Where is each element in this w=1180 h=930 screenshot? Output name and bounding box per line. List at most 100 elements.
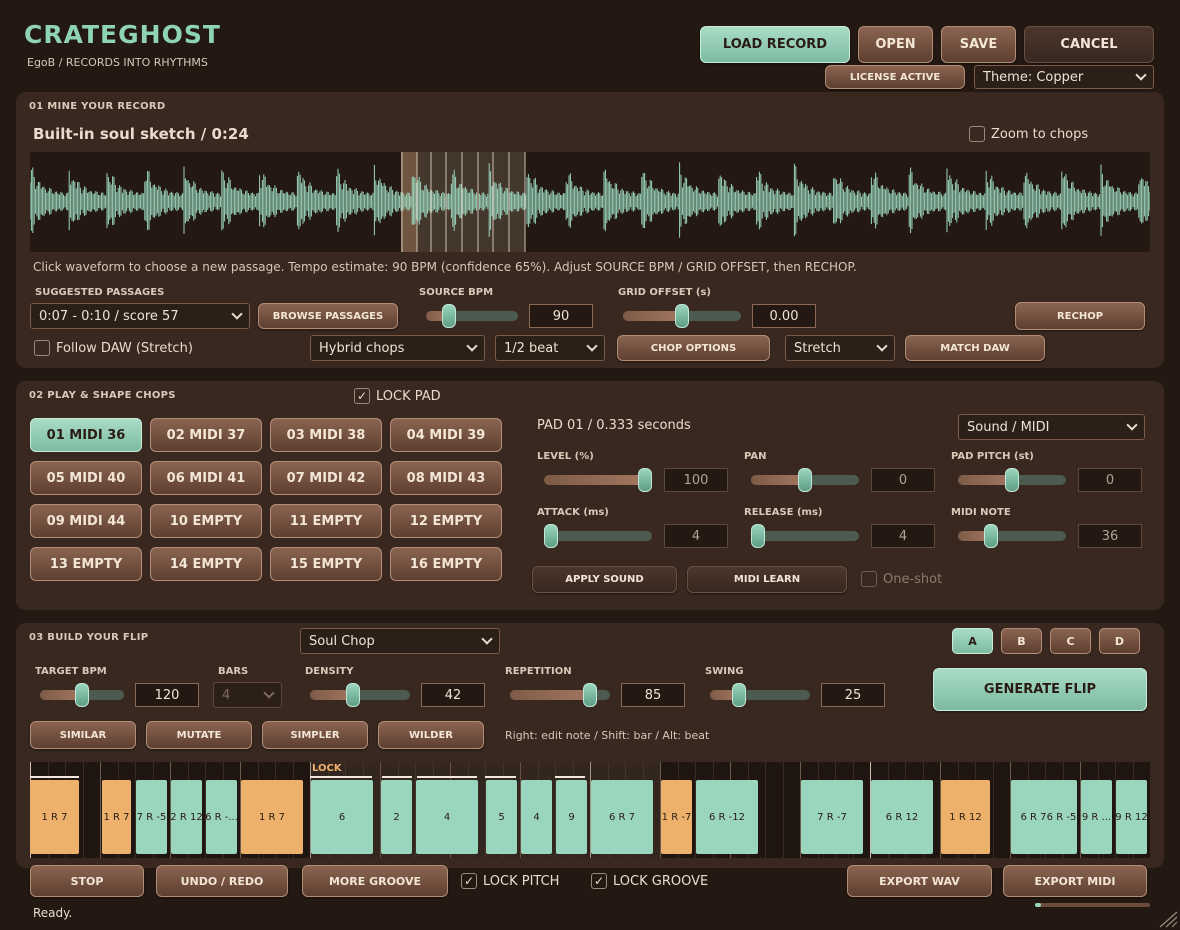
pad-button[interactable]: 09 MIDI 44 bbox=[30, 504, 142, 538]
suggested-passages-select[interactable]: 0:07 - 0:10 / score 57 bbox=[30, 303, 250, 329]
chop-note[interactable]: 4 bbox=[416, 780, 478, 854]
pad-button[interactable]: 06 MIDI 41 bbox=[150, 461, 262, 495]
repetition-slider[interactable] bbox=[510, 683, 610, 707]
lock-pitch-checkbox[interactable]: ✓ LOCK PITCH bbox=[461, 873, 559, 889]
chop-note[interactable]: 6 bbox=[311, 780, 373, 854]
target-bpm-input[interactable]: 120 bbox=[135, 683, 199, 707]
midi-note-slider[interactable] bbox=[958, 524, 1066, 548]
lock-pad-checkbox[interactable]: ✓ LOCK PAD bbox=[354, 388, 441, 404]
midi-note-value[interactable]: 36 bbox=[1078, 524, 1142, 548]
slider-thumb[interactable] bbox=[675, 304, 689, 328]
level-value[interactable]: 100 bbox=[664, 468, 728, 492]
pad-button[interactable]: 15 EMPTY bbox=[270, 547, 382, 581]
stop-button[interactable]: STOP bbox=[30, 865, 144, 897]
variation-b-button[interactable]: B bbox=[1001, 628, 1042, 654]
pad-button[interactable]: 08 MIDI 43 bbox=[390, 461, 502, 495]
chop-note[interactable]: 2 R 12 bbox=[171, 780, 202, 854]
source-bpm-slider[interactable] bbox=[426, 304, 518, 328]
slider-thumb[interactable] bbox=[984, 524, 999, 548]
similar-button[interactable]: SIMILAR bbox=[30, 721, 136, 749]
pad-button[interactable]: 05 MIDI 40 bbox=[30, 461, 142, 495]
variation-d-button[interactable]: D bbox=[1099, 628, 1140, 654]
density-slider[interactable] bbox=[310, 683, 410, 707]
chop-note[interactable]: 1 R 7 bbox=[30, 780, 79, 854]
load-record-button[interactable]: LOAD RECORD bbox=[700, 26, 850, 63]
chop-note[interactable]: 1 R -7 bbox=[661, 780, 692, 854]
one-shot-checkbox[interactable]: One-shot bbox=[861, 571, 942, 587]
browse-passages-button[interactable]: BROWSE PASSAGES bbox=[258, 303, 398, 329]
style-select[interactable]: Soul Chop bbox=[300, 628, 500, 654]
mutate-button[interactable]: MUTATE bbox=[146, 721, 252, 749]
attack-slider[interactable] bbox=[544, 524, 652, 548]
chop-note[interactable]: 7 R -7 bbox=[801, 780, 863, 854]
chop-note[interactable]: 1 R 7 bbox=[241, 780, 303, 854]
resize-grip-icon[interactable] bbox=[1158, 910, 1178, 928]
pad-button[interactable]: 14 EMPTY bbox=[150, 547, 262, 581]
chop-note[interactable]: 7 R -5 bbox=[136, 780, 167, 854]
lock-groove-checkbox[interactable]: ✓ LOCK GROOVE bbox=[591, 873, 708, 889]
apply-sound-button[interactable]: APPLY SOUND bbox=[532, 566, 677, 593]
target-bpm-slider[interactable] bbox=[40, 683, 124, 707]
variation-a-button[interactable]: A bbox=[952, 628, 993, 654]
chop-note[interactable]: 9 R 12 bbox=[1116, 780, 1147, 854]
slider-thumb[interactable] bbox=[1005, 468, 1019, 492]
slider-thumb[interactable] bbox=[638, 468, 652, 492]
pad-button[interactable]: 03 MIDI 38 bbox=[270, 418, 382, 452]
pad-button[interactable]: 13 EMPTY bbox=[30, 547, 142, 581]
follow-daw-checkbox[interactable]: Follow DAW (Stretch) bbox=[34, 340, 193, 356]
repetition-input[interactable]: 85 bbox=[621, 683, 685, 707]
slider-thumb[interactable] bbox=[751, 524, 765, 548]
pan-value[interactable]: 0 bbox=[871, 468, 935, 492]
pad-button[interactable]: 01 MIDI 36 bbox=[30, 418, 142, 452]
open-button[interactable]: OPEN bbox=[858, 26, 933, 63]
save-button[interactable]: SAVE bbox=[941, 26, 1016, 63]
theme-select[interactable]: Theme: Copper bbox=[974, 65, 1154, 89]
chop-note[interactable]: 6 R -... bbox=[206, 780, 237, 854]
swing-slider[interactable] bbox=[710, 683, 810, 707]
undo-redo-button[interactable]: UNDO / REDO bbox=[156, 865, 288, 897]
slider-thumb[interactable] bbox=[346, 683, 361, 707]
sequencer-grid[interactable]: LOCK 1 R 71 R 77 R -5 2 R 12 6 R -... 1 R 7… bbox=[30, 762, 1150, 858]
license-button[interactable]: LICENSE ACTIVE bbox=[825, 65, 965, 89]
release-value[interactable]: 4 bbox=[871, 524, 935, 548]
chop-note[interactable]: 9 R ... bbox=[1081, 780, 1112, 854]
chop-note[interactable]: 6 R -5 bbox=[1046, 780, 1077, 854]
simpler-button[interactable]: SIMPLER bbox=[262, 721, 368, 749]
midi-learn-button[interactable]: MIDI LEARN bbox=[687, 566, 847, 593]
grid-offset-slider[interactable] bbox=[623, 304, 741, 328]
pad-button[interactable]: 10 EMPTY bbox=[150, 504, 262, 538]
chop-note[interactable]: 2 bbox=[381, 780, 412, 854]
swing-input[interactable]: 25 bbox=[821, 683, 885, 707]
chop-options-button[interactable]: CHOP OPTIONS bbox=[617, 335, 770, 361]
pad-pitch-slider[interactable] bbox=[958, 468, 1066, 492]
export-midi-button[interactable]: EXPORT MIDI bbox=[1003, 865, 1147, 897]
match-daw-button[interactable]: MATCH DAW bbox=[905, 335, 1045, 361]
stretch-select[interactable]: Stretch bbox=[785, 335, 895, 361]
grid-offset-input[interactable]: 0.00 bbox=[752, 304, 816, 328]
pan-slider[interactable] bbox=[751, 468, 859, 492]
chop-note[interactable]: 6 R 7 bbox=[591, 780, 653, 854]
more-groove-button[interactable]: MORE GROOVE bbox=[302, 865, 448, 897]
attack-value[interactable]: 4 bbox=[664, 524, 728, 548]
slider-thumb[interactable] bbox=[583, 683, 598, 707]
pad-button[interactable]: 12 EMPTY bbox=[390, 504, 502, 538]
slider-thumb[interactable] bbox=[544, 524, 558, 548]
waveform[interactable] bbox=[30, 152, 1150, 252]
rechop-button[interactable]: RECHOP bbox=[1015, 302, 1145, 330]
export-wav-button[interactable]: EXPORT WAV bbox=[847, 865, 992, 897]
cancel-button[interactable]: CANCEL bbox=[1024, 26, 1154, 63]
variation-c-button[interactable]: C bbox=[1050, 628, 1091, 654]
chop-note[interactable]: 5 bbox=[486, 780, 517, 854]
chop-note[interactable]: 9 bbox=[556, 780, 587, 854]
pad-button[interactable]: 04 MIDI 39 bbox=[390, 418, 502, 452]
slider-thumb[interactable] bbox=[798, 468, 812, 492]
pad-button[interactable]: 11 EMPTY bbox=[270, 504, 382, 538]
chop-note[interactable]: 1 R 7 bbox=[102, 780, 131, 854]
pad-button[interactable]: 02 MIDI 37 bbox=[150, 418, 262, 452]
pad-button[interactable]: 07 MIDI 42 bbox=[270, 461, 382, 495]
chop-note[interactable]: 6 R 12 bbox=[871, 780, 933, 854]
level-slider[interactable] bbox=[544, 468, 652, 492]
release-slider[interactable] bbox=[751, 524, 859, 548]
source-bpm-input[interactable]: 90 bbox=[529, 304, 593, 328]
density-input[interactable]: 42 bbox=[421, 683, 485, 707]
